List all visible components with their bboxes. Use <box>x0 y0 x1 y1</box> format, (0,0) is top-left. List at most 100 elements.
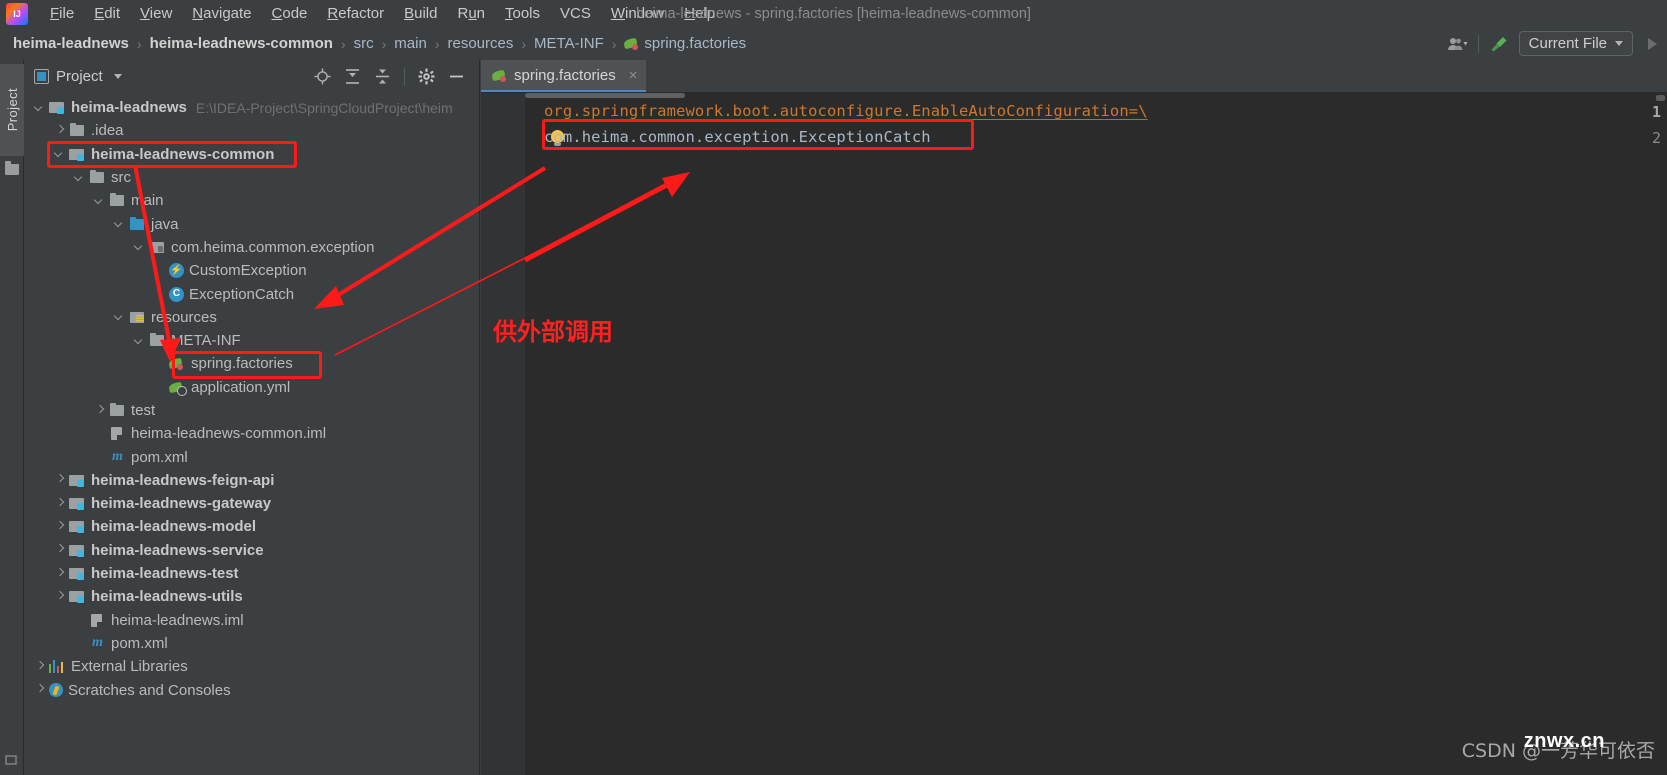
chevron-down-icon[interactable] <box>114 311 126 323</box>
breadcrumb-item-heima-leadnews-common[interactable]: heima-leadnews-common <box>145 33 338 54</box>
menu-item-build[interactable]: Build <box>394 2 447 25</box>
menu-item-navigate[interactable]: Navigate <box>182 2 261 25</box>
tree-row[interactable]: m pom.xml <box>24 445 479 468</box>
breadcrumb-label: main <box>394 35 427 52</box>
chevron-down-icon[interactable] <box>134 241 146 253</box>
collapse-all-icon[interactable] <box>374 68 391 85</box>
close-icon[interactable]: × <box>629 67 638 84</box>
chevron-right-icon[interactable] <box>54 498 66 510</box>
breadcrumb-item-meta-inf[interactable]: META-INF <box>529 33 609 54</box>
breadcrumb-separator: › <box>521 35 527 52</box>
breadcrumb-item-spring-factories[interactable]: spring.factories <box>619 33 751 54</box>
tool-window-button-project-label: Project <box>4 88 20 132</box>
tree-row[interactable]: C ExceptionCatch <box>24 282 479 305</box>
tree-arrow-placeholder <box>74 637 86 649</box>
tree-row[interactable]: src <box>24 166 479 189</box>
menu-item-vcs[interactable]: VCS <box>550 2 601 25</box>
menu-item-window[interactable]: Window <box>601 2 674 25</box>
tree-row[interactable]: heima-leadnews-test <box>24 562 479 585</box>
chevron-right-icon[interactable] <box>54 521 66 533</box>
structure-folder-icon[interactable] <box>5 161 19 175</box>
module-icon <box>49 100 66 115</box>
tree-row[interactable]: spring.factories <box>24 352 479 375</box>
tree-row[interactable]: External Libraries <box>24 655 479 678</box>
chevron-down-icon[interactable] <box>134 335 146 347</box>
tree-row[interactable]: heima-leadnews-common <box>24 143 479 166</box>
horizontal-scrollbar[interactable] <box>525 93 685 98</box>
chevron-right-icon[interactable] <box>54 474 66 486</box>
navigation-bar: heima-leadnews › heima-leadnews-common › src… <box>0 27 1667 60</box>
breadcrumb-item-src[interactable]: src <box>349 33 379 54</box>
chevron-right-icon[interactable] <box>94 405 106 417</box>
tool-window-button-project[interactable]: Project <box>0 64 24 156</box>
editor-tab-spring-factories[interactable]: spring.factories × <box>481 60 647 92</box>
tree-row[interactable]: test <box>24 399 479 422</box>
tree-row-label: pom.xml <box>111 634 168 652</box>
chevron-down-icon[interactable] <box>54 148 66 160</box>
tree-row-label: .idea <box>91 122 124 140</box>
expand-all-icon[interactable] <box>344 68 361 85</box>
breadcrumb-item-main[interactable]: main <box>389 33 432 54</box>
tree-row[interactable]: heima-leadnews.iml <box>24 609 479 632</box>
tree-row[interactable]: heima-leadnews-feign-api <box>24 469 479 492</box>
menu-item-file[interactable]: File <box>40 2 84 25</box>
run-configuration-label: Current File <box>1528 35 1607 52</box>
chevron-right-icon[interactable] <box>54 544 66 556</box>
tree-row[interactable]: m pom.xml <box>24 632 479 655</box>
chevron-right-icon[interactable] <box>54 568 66 580</box>
tree-row[interactable]: heima-leadnews-common.iml <box>24 422 479 445</box>
tree-row-label: heima-leadnews-feign-api <box>91 471 275 489</box>
tree-row[interactable]: ⚡ CustomException <box>24 259 479 282</box>
menu-item-run[interactable]: Run <box>447 2 495 25</box>
tree-row[interactable]: heima-leadnews-utils <box>24 585 479 608</box>
menu-item-view[interactable]: View <box>130 2 182 25</box>
code-editor[interactable]: 1 2 org.springframework.boot.autoconfigu… <box>481 93 1667 775</box>
breadcrumb-item-heima-leadnews[interactable]: heima-leadnews <box>8 33 134 54</box>
project-path-hint: E:\IDEA-Project\SpringCloudProject\heim <box>195 99 453 116</box>
chevron-down-icon[interactable] <box>94 195 106 207</box>
yml-icon <box>169 380 187 396</box>
settings-gear-icon[interactable] <box>418 68 435 85</box>
chevron-right-icon[interactable] <box>54 591 66 603</box>
breadcrumb-label: heima-leadnews <box>13 35 129 52</box>
tree-row[interactable]: Scratches and Consoles <box>24 678 479 701</box>
tree-arrow-placeholder <box>154 288 166 300</box>
tree-row[interactable]: heima-leadnews-gateway <box>24 492 479 515</box>
tree-row[interactable]: main <box>24 189 479 212</box>
tree-row[interactable]: application.yml <box>24 376 479 399</box>
spring-icon <box>624 36 640 51</box>
chevron-down-icon[interactable] <box>34 102 46 114</box>
left-tool-strip: Project <box>0 60 24 775</box>
menu-item-edit[interactable]: Edit <box>84 2 130 25</box>
tree-row[interactable]: heima-leadnews-model <box>24 515 479 538</box>
user-avatar-icon[interactable] <box>1447 36 1468 52</box>
hide-minimize-icon[interactable] <box>448 68 465 85</box>
menu-item-help[interactable]: Help <box>674 2 725 25</box>
run-play-icon[interactable] <box>1643 35 1661 53</box>
menu-item-tools[interactable]: Tools <box>495 2 550 25</box>
chevron-down-icon[interactable] <box>114 218 126 230</box>
locate-target-icon[interactable] <box>314 68 331 85</box>
watermark-brand: znwx.cn <box>1523 730 1605 752</box>
tree-row[interactable]: heima-leadnews-service <box>24 539 479 562</box>
tree-row[interactable]: .idea <box>24 119 479 142</box>
external-libraries-icon <box>49 659 66 674</box>
module-icon <box>69 543 86 558</box>
chevron-right-icon[interactable] <box>34 661 46 673</box>
chevron-down-icon[interactable] <box>74 172 86 184</box>
menu-item-refactor[interactable]: Refactor <box>317 2 394 25</box>
menu-item-code[interactable]: Code <box>262 2 318 25</box>
breadcrumb-item-resources[interactable]: resources <box>442 33 518 54</box>
tree-row[interactable]: resources <box>24 306 479 329</box>
chevron-right-icon[interactable] <box>34 684 46 696</box>
hammer-build-icon[interactable] <box>1489 34 1509 54</box>
chevron-right-icon[interactable] <box>54 125 66 137</box>
run-configuration-selector[interactable]: Current File <box>1518 31 1633 56</box>
project-view-chevron-down-icon[interactable] <box>113 74 122 79</box>
tree-row[interactable]: META-INF <box>24 329 479 352</box>
tree-row[interactable]: heima-leadnews E:\IDEA-Project\SpringClou… <box>24 96 479 119</box>
tree-row[interactable]: com.heima.common.exception <box>24 236 479 259</box>
tree-row[interactable]: java <box>24 212 479 235</box>
favorites-icon[interactable] <box>4 753 20 769</box>
project-tree[interactable]: heima-leadnews E:\IDEA-Project\SpringClou… <box>24 93 479 775</box>
